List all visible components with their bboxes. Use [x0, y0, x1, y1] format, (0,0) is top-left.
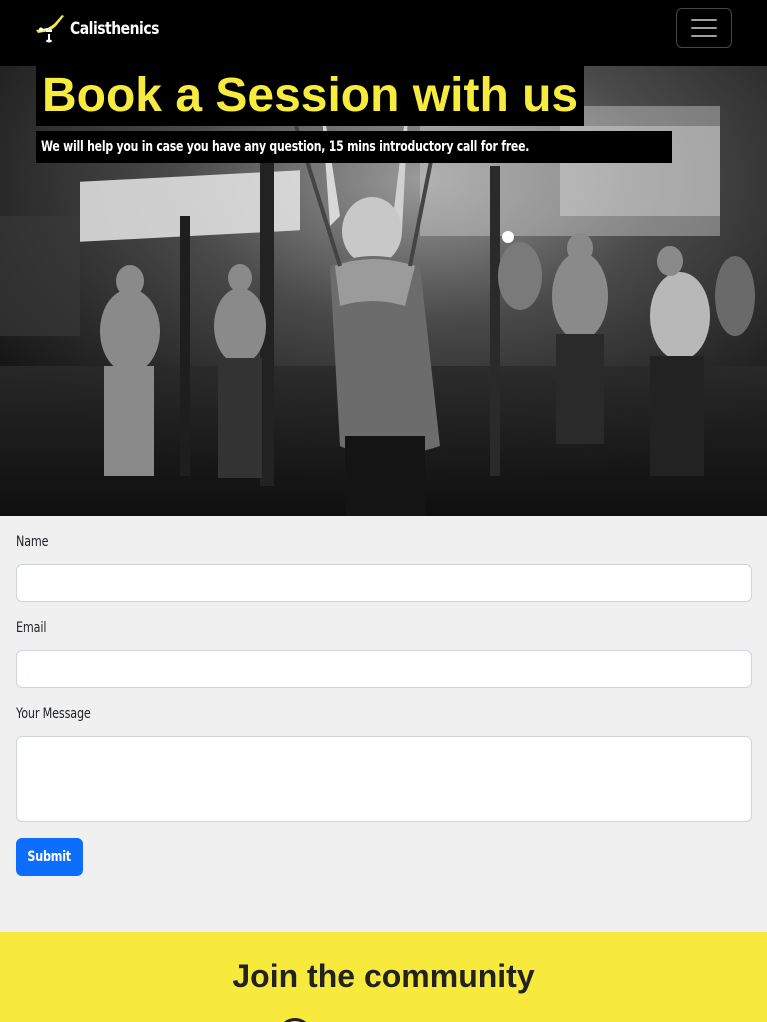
- calisthenics-athlete-logo-icon: [36, 15, 64, 43]
- hero-subtitle-text: We will help you in case you have any qu…: [41, 139, 530, 155]
- message-field[interactable]: [16, 736, 752, 822]
- hero-banner: Book a Session with us We will help you …: [0, 66, 767, 516]
- name-label: Name: [16, 534, 49, 550]
- name-field[interactable]: [16, 564, 752, 602]
- navbar: Calisthenics: [0, 0, 767, 66]
- brand-name: Calisthenics: [70, 19, 159, 39]
- navbar-toggle-button[interactable]: [676, 8, 732, 48]
- community-title: Join the community: [232, 958, 535, 994]
- booking-form: Name Email Your Message Submit: [0, 516, 767, 932]
- community-section: Join the community: [0, 932, 767, 1022]
- hero-title: Book a Session with us: [36, 66, 585, 126]
- social-icon[interactable]: [278, 1018, 312, 1022]
- message-label: Your Message: [16, 706, 91, 722]
- email-label: Email: [16, 620, 47, 636]
- brand-link[interactable]: Calisthenics: [34, 12, 178, 44]
- email-field[interactable]: [16, 650, 752, 688]
- hero-subtitle: We will help you in case you have any qu…: [36, 131, 672, 163]
- submit-button[interactable]: Submit: [16, 838, 83, 876]
- hamburger-icon: [691, 19, 717, 21]
